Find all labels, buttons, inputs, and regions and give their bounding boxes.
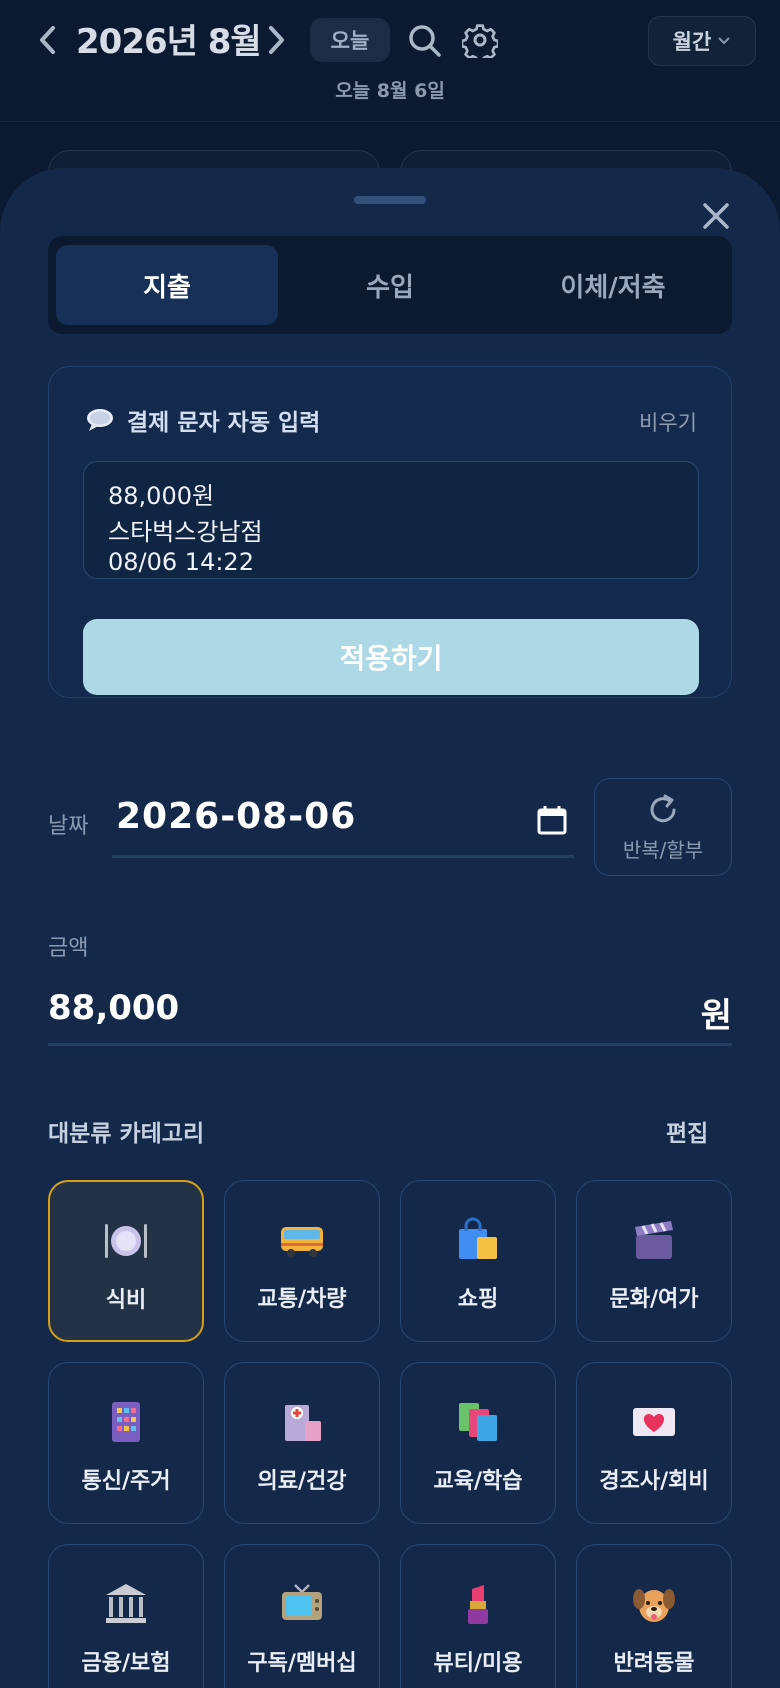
category-label: 반려동물 [613,1651,695,1676]
settings-button[interactable] [458,18,502,62]
category-label: 구독/멤버십 [247,1651,357,1676]
prev-month-button[interactable] [30,20,66,60]
sms-title-text: 결제 문자 자동 입력 [127,410,321,436]
category-medical[interactable]: 의료/건강 [224,1362,380,1524]
sms-textarea-scrolled-line [108,462,308,466]
search-icon [409,25,441,57]
books-icon [455,1399,501,1445]
date-label: 날짜 [48,814,89,839]
lipstick-icon [455,1581,501,1627]
sms-auto-input-card: 결제 문자 자동 입력 비우기 88,000원 스타벅스강남점 08/06 14… [48,366,732,698]
month-title: 2026년 8월 [76,22,262,62]
category-finance[interactable]: 금융/보험 [48,1544,204,1688]
app-header: 2026년 8월 오늘 오늘 8월 6일 월간 [0,0,780,122]
next-month-button[interactable] [258,20,294,60]
hospital-icon [279,1399,325,1445]
repeat-label: 반복/할부 [622,837,704,862]
bus-icon [279,1217,325,1263]
view-mode-label: 월간 [672,30,712,54]
category-transport[interactable]: 교통/차량 [224,1180,380,1342]
today-button[interactable]: 오늘 [310,18,390,62]
refresh-icon [650,794,676,822]
building-icon [103,1399,149,1445]
transaction-type-tabs: 지출 수입 이체/저축 [48,236,732,334]
plate-icon [103,1218,149,1264]
category-telecom-housing[interactable]: 통신/주거 [48,1362,204,1524]
amount-value: 88,000 [48,988,180,1028]
category-label: 교육/학습 [433,1469,523,1494]
category-section-title: 대분류 카테고리 [48,1121,205,1147]
category-label: 문화/여가 [609,1287,699,1312]
category-label: 교통/차량 [257,1287,347,1312]
category-culture[interactable]: 문화/여가 [576,1180,732,1342]
amount-input[interactable]: 88,000 원 [48,978,732,1046]
dog-icon [631,1581,677,1627]
category-label: 통신/주거 [81,1469,171,1494]
category-label: 뷰티/미용 [433,1651,523,1676]
gear-icon [462,24,498,58]
amount-label: 금액 [48,936,89,961]
bank-icon [103,1581,149,1627]
apply-button[interactable]: 적용하기 [83,619,699,695]
calendar-icon[interactable] [536,804,568,836]
date-value: 2026-08-06 [116,796,357,837]
tab-income[interactable]: 수입 [279,245,501,325]
category-subscription[interactable]: 구독/멤버십 [224,1544,380,1688]
category-education[interactable]: 교육/학습 [400,1362,556,1524]
tv-icon [279,1581,325,1627]
view-mode-select[interactable]: 월간 [648,16,756,66]
category-label: 경조사/회비 [599,1469,709,1494]
chevron-right-icon [269,26,284,54]
amount-unit: 원 [700,996,732,1036]
clapperboard-icon [631,1217,677,1263]
sms-card-title: 결제 문자 자동 입력 [85,403,320,437]
category-food[interactable]: 식비 [48,1180,204,1342]
search-button[interactable] [404,20,446,62]
chevron-left-icon [40,26,55,54]
shopping-bag-icon [455,1217,501,1263]
sms-line: 88,000원 [108,482,215,510]
today-subtitle: 오늘 8월 6일 [335,80,445,102]
category-beauty[interactable]: 뷰티/미용 [400,1544,556,1688]
close-button[interactable] [696,196,736,236]
category-label: 쇼핑 [457,1287,499,1312]
add-transaction-sheet: 지출 수입 이체/저축 결제 문자 자동 입력 비우기 88,000원 스타벅스… [0,168,780,1688]
love-letter-icon [631,1399,677,1445]
category-shopping[interactable]: 쇼핑 [400,1180,556,1342]
category-label: 식비 [105,1288,147,1313]
sms-line: 스타벅스강남점 [108,518,263,546]
category-events[interactable]: 경조사/회비 [576,1362,732,1524]
category-edit-button[interactable]: 편집 [666,1114,708,1148]
category-label: 금융/보험 [81,1651,171,1676]
tab-transfer[interactable]: 이체/저축 [502,245,724,325]
sms-line: 08/06 14:22 [108,548,254,576]
category-label: 의료/건강 [257,1469,347,1494]
clear-button[interactable]: 비우기 [639,407,697,437]
sms-textarea[interactable]: 88,000원 스타벅스강남점 08/06 14:22 [83,461,699,579]
category-pets[interactable]: 반려동물 [576,1544,732,1688]
repeat-installment-button[interactable]: 반복/할부 [594,778,732,876]
chevron-down-icon [718,37,731,45]
sheet-drag-handle[interactable] [354,196,426,204]
speech-bubble-icon [87,409,113,431]
tab-expense[interactable]: 지출 [56,245,278,325]
date-field[interactable]: 2026-08-06 [112,788,574,858]
close-icon [703,203,729,229]
